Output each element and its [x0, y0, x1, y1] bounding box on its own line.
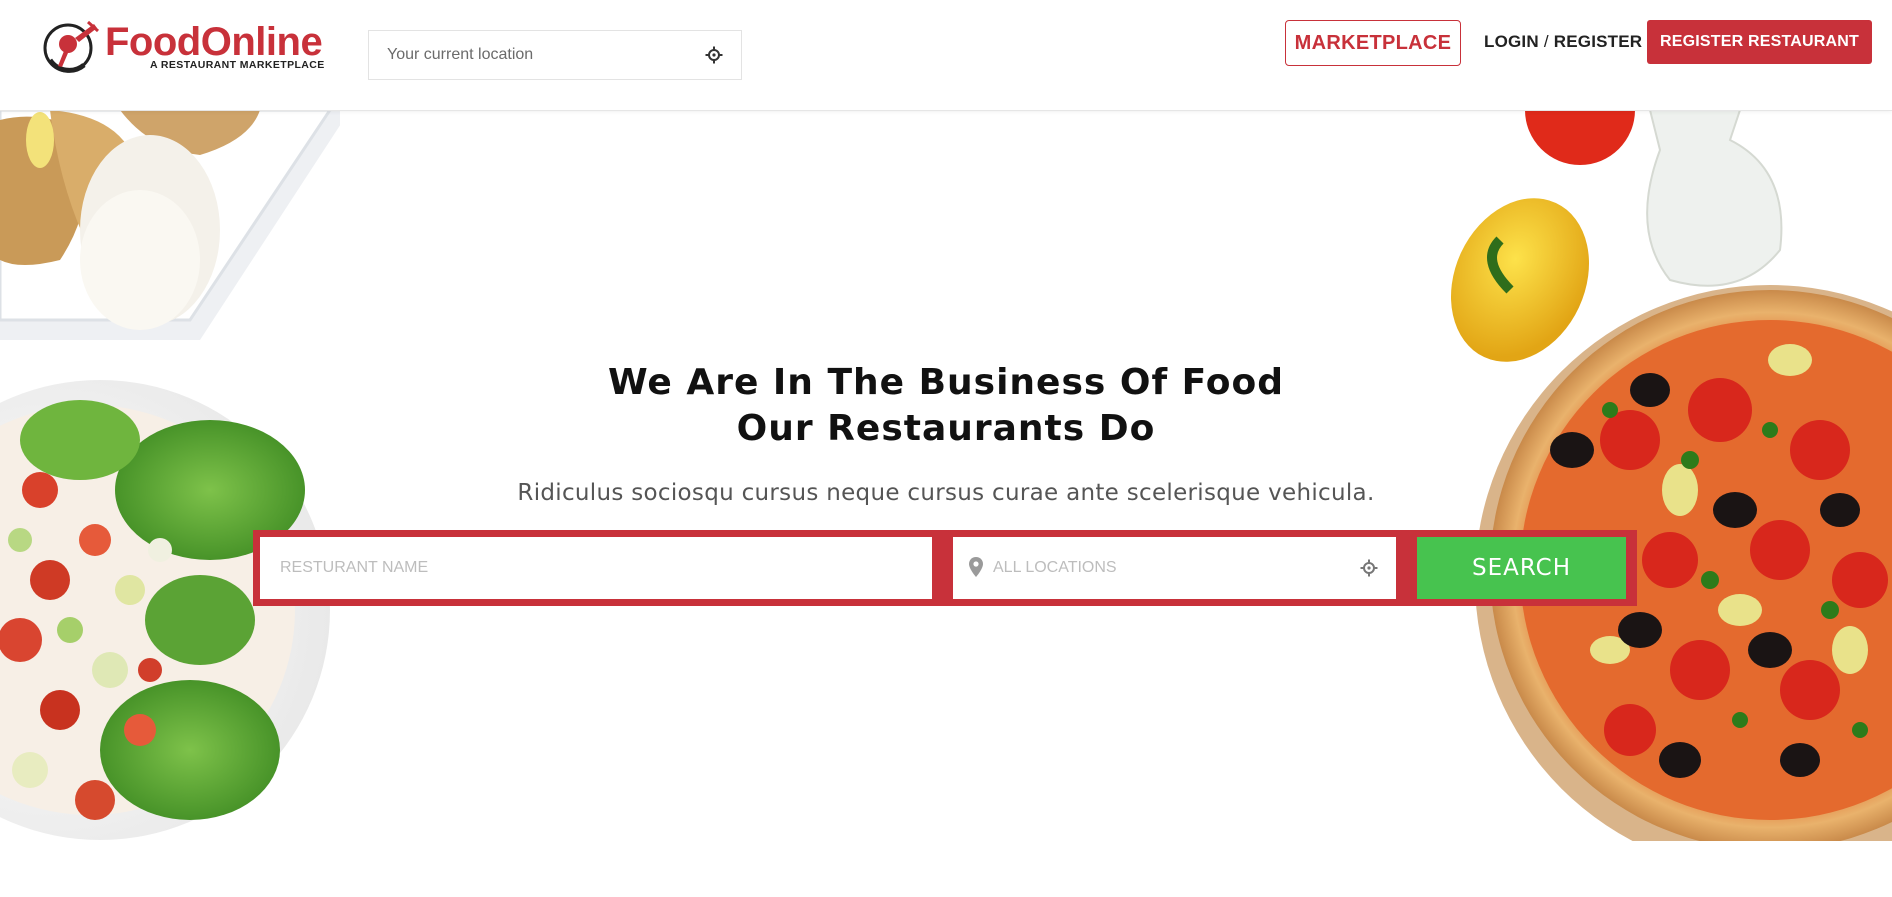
- register-restaurant-button[interactable]: REGISTER RESTAURANT: [1647, 20, 1872, 64]
- hero-headline-line1: We Are In The Business Of Food: [607, 362, 1285, 403]
- register-link[interactable]: REGISTER: [1554, 32, 1643, 51]
- login-link[interactable]: LOGIN: [1484, 32, 1539, 51]
- restaurant-search-bar: SEARCH: [253, 530, 1637, 606]
- logo-tagline: A RESTAURANT MARKETPLACE: [150, 59, 325, 71]
- hero-section: We Are In The Business Of Food Our Resta…: [0, 110, 1892, 841]
- hero-headline-line2: Our Restaurants Do: [736, 408, 1156, 449]
- search-button[interactable]: SEARCH: [1417, 537, 1626, 599]
- current-location-box: [368, 30, 742, 80]
- locate-target-icon[interactable]: [1360, 559, 1378, 577]
- hero-headline: We Are In The Business Of Food Our Resta…: [446, 360, 1446, 452]
- map-pin-icon: [969, 557, 983, 577]
- location-field: [953, 537, 1396, 599]
- current-location-input[interactable]: [369, 31, 689, 79]
- logo-mark-icon: [43, 20, 100, 73]
- auth-links: LOGIN / REGISTER: [1484, 32, 1642, 54]
- restaurant-name-input[interactable]: [260, 537, 932, 599]
- pizza-image: [1451, 110, 1892, 841]
- marketplace-button[interactable]: MARKETPLACE: [1285, 20, 1461, 66]
- hero-subheading: Ridiculus sociosqu cursus neque cursus c…: [517, 480, 1375, 506]
- locate-target-icon[interactable]: [705, 46, 723, 64]
- location-input[interactable]: [991, 537, 1351, 599]
- auth-separator: /: [1543, 32, 1549, 51]
- site-header: FoodOnline A RESTAURANT MARKETPLACE MARK…: [0, 0, 1892, 111]
- salad-plate-image: [0, 110, 340, 840]
- logo[interactable]: FoodOnline A RESTAURANT MARKETPLACE: [42, 18, 324, 74]
